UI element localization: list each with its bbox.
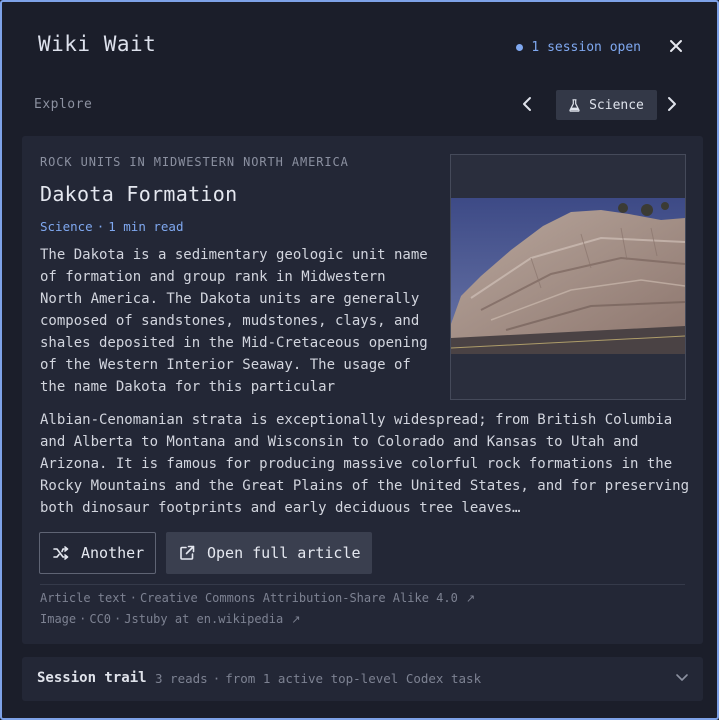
session-status-label: 1 session open xyxy=(531,40,641,55)
article-title: Dakota Formation xyxy=(40,182,238,206)
article-image xyxy=(451,198,685,354)
session-status: 1 session open xyxy=(516,40,641,55)
category-chip-label: Science xyxy=(589,97,644,113)
open-full-article-button[interactable]: Open full article xyxy=(166,532,372,574)
image-credit-label: Image xyxy=(40,612,77,626)
session-trail-title: Session trail xyxy=(37,670,147,686)
previous-button[interactable] xyxy=(518,92,536,116)
image-license: CC0 xyxy=(89,612,112,626)
chevron-left-icon xyxy=(523,97,531,111)
shuffle-icon xyxy=(53,546,69,560)
explore-row: Explore Science xyxy=(34,88,687,122)
session-trail-reads: 3 reads xyxy=(155,671,208,686)
chevron-down-icon xyxy=(676,674,688,681)
image-author: Jstuby at en.wikipedia xyxy=(124,612,284,626)
open-full-article-label: Open full article xyxy=(207,544,361,562)
image-credit[interactable]: Image · CC0 · Jstuby at en.wikipedia ↗ xyxy=(40,612,300,626)
another-button-label: Another xyxy=(81,544,145,562)
article-card: ROCK UNITS IN MIDWESTERN NORTH AMERICA D… xyxy=(22,136,703,644)
header: Wiki Wait 1 session open xyxy=(38,32,687,64)
flask-icon xyxy=(569,98,580,112)
session-trail-toggle[interactable]: Session trail 3 reads · from 1 active top-… xyxy=(22,657,703,701)
article-category: Science xyxy=(40,219,93,234)
article-kicker: ROCK UNITS IN MIDWESTERN NORTH AMERICA xyxy=(40,155,349,169)
explore-label: Explore xyxy=(34,97,93,112)
article-text-license: Creative Commons Attribution-Share Alike… xyxy=(139,591,458,605)
session-trail-source: from 1 active top-level Codex task xyxy=(225,671,482,686)
article-text-credit[interactable]: Article text · Creative Commons Attributio… xyxy=(40,591,475,605)
status-dot-icon xyxy=(516,44,524,51)
app-window: Wiki Wait 1 session open Explore Science xyxy=(0,0,719,720)
close-button[interactable] xyxy=(665,34,687,58)
article-text-credit-label: Article text xyxy=(40,591,127,605)
article-read-time: 1 min read xyxy=(108,219,184,234)
divider xyxy=(40,584,685,585)
article-meta: Science · 1 min read xyxy=(40,219,184,234)
article-image-frame[interactable] xyxy=(450,154,686,400)
next-button[interactable] xyxy=(663,92,681,116)
category-chip[interactable]: Science xyxy=(556,90,657,120)
article-body-part1: The Dakota is a sedimentary geologic uni… xyxy=(40,247,428,395)
close-icon xyxy=(670,40,682,52)
external-arrow-icon: ↗ xyxy=(465,592,476,605)
external-arrow-icon: ↗ xyxy=(291,613,301,626)
another-button[interactable]: Another xyxy=(39,532,156,574)
chevron-right-icon xyxy=(668,97,676,111)
session-trail-meta: 3 reads · from 1 active top-level Codex ta… xyxy=(155,671,482,686)
article-body-part2: Albian-Cenomanian strata is exceptionall… xyxy=(40,412,690,516)
external-link-icon xyxy=(180,545,195,560)
app-title: Wiki Wait xyxy=(38,32,157,56)
